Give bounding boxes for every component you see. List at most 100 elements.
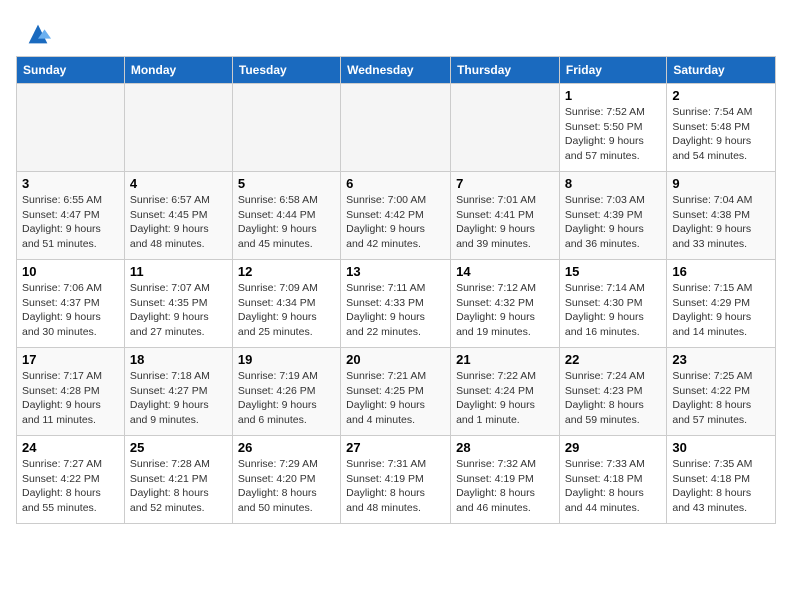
day-number: 9 <box>672 176 770 191</box>
day-number: 27 <box>346 440 445 455</box>
day-of-week-header: Monday <box>124 57 232 84</box>
day-number: 19 <box>238 352 335 367</box>
calendar-day-cell: 16 Sunrise: 7:15 AMSunset: 4:29 PMDayligh… <box>667 260 776 348</box>
calendar-week-row: 1Sunrise: 7:52 AMSunset: 5:50 PMDaylight… <box>17 84 776 172</box>
day-info: Sunrise: 7:22 AMSunset: 4:24 PMDaylight:… <box>456 369 554 428</box>
day-number: 14 <box>456 264 554 279</box>
day-of-week-header: Sunday <box>17 57 125 84</box>
calendar-week-row: 10 Sunrise: 7:06 AMSunset: 4:37 PMDayligh… <box>17 260 776 348</box>
day-number: 11 <box>130 264 227 279</box>
calendar-day-cell: 2Sunrise: 7:54 AMSunset: 5:48 PMDaylight… <box>667 84 776 172</box>
day-of-week-header: Tuesday <box>232 57 340 84</box>
day-of-week-header: Friday <box>559 57 666 84</box>
header <box>16 16 776 48</box>
day-number: 1 <box>565 88 661 103</box>
calendar-day-cell <box>17 84 125 172</box>
calendar-day-cell: 20 Sunrise: 7:21 AMSunset: 4:25 PMDayligh… <box>341 348 451 436</box>
calendar-week-row: 3Sunrise: 6:55 AMSunset: 4:47 PMDaylight… <box>17 172 776 260</box>
day-info: Sunrise: 7:12 AMSunset: 4:32 PMDaylight:… <box>456 281 554 340</box>
calendar-week-row: 24Sunrise: 7:27 AMSunset: 4:22 PMDayligh… <box>17 436 776 524</box>
day-number: 15 <box>565 264 661 279</box>
calendar-day-cell: 5Sunrise: 6:58 AMSunset: 4:44 PMDaylight… <box>232 172 340 260</box>
day-info: Sunrise: 6:55 AMSunset: 4:47 PMDaylight:… <box>22 193 119 252</box>
day-info: Sunrise: 7:27 AMSunset: 4:22 PMDaylight:… <box>22 457 119 516</box>
calendar-day-cell: 21 Sunrise: 7:22 AMSunset: 4:24 PMDayligh… <box>451 348 560 436</box>
calendar-day-cell: 8 Sunrise: 7:03 AMSunset: 4:39 PMDaylight… <box>559 172 666 260</box>
day-number: 22 <box>565 352 661 367</box>
day-info: Sunrise: 7:01 AMSunset: 4:41 PMDaylight:… <box>456 193 554 252</box>
calendar-day-cell: 9 Sunrise: 7:04 AMSunset: 4:38 PMDaylight… <box>667 172 776 260</box>
calendar-day-cell: 7Sunrise: 7:01 AMSunset: 4:41 PMDaylight… <box>451 172 560 260</box>
day-of-week-header: Wednesday <box>341 57 451 84</box>
calendar-day-cell: 15 Sunrise: 7:14 AMSunset: 4:30 PMDayligh… <box>559 260 666 348</box>
calendar-day-cell <box>341 84 451 172</box>
calendar-day-cell: 13 Sunrise: 7:11 AMSunset: 4:33 PMDayligh… <box>341 260 451 348</box>
day-number: 4 <box>130 176 227 191</box>
day-of-week-header: Saturday <box>667 57 776 84</box>
day-info: Sunrise: 7:17 AMSunset: 4:28 PMDaylight:… <box>22 369 119 428</box>
day-info: Sunrise: 7:31 AMSunset: 4:19 PMDaylight:… <box>346 457 445 516</box>
day-of-week-header: Thursday <box>451 57 560 84</box>
day-number: 10 <box>22 264 119 279</box>
calendar-day-cell: 14 Sunrise: 7:12 AMSunset: 4:32 PMDayligh… <box>451 260 560 348</box>
day-info: Sunrise: 7:04 AMSunset: 4:38 PMDaylight:… <box>672 193 770 252</box>
day-info: Sunrise: 7:24 AMSunset: 4:23 PMDaylight:… <box>565 369 661 428</box>
day-info: Sunrise: 7:14 AMSunset: 4:30 PMDaylight:… <box>565 281 661 340</box>
calendar-day-cell: 4 Sunrise: 6:57 AMSunset: 4:45 PMDaylight… <box>124 172 232 260</box>
calendar-day-cell: 3Sunrise: 6:55 AMSunset: 4:47 PMDaylight… <box>17 172 125 260</box>
day-info: Sunrise: 7:28 AMSunset: 4:21 PMDaylight:… <box>130 457 227 516</box>
day-info: Sunrise: 7:06 AMSunset: 4:37 PMDaylight:… <box>22 281 119 340</box>
day-info: Sunrise: 6:57 AMSunset: 4:45 PMDaylight:… <box>130 193 227 252</box>
day-info: Sunrise: 6:58 AMSunset: 4:44 PMDaylight:… <box>238 193 335 252</box>
calendar-day-cell <box>451 84 560 172</box>
day-info: Sunrise: 7:29 AMSunset: 4:20 PMDaylight:… <box>238 457 335 516</box>
day-info: Sunrise: 7:25 AMSunset: 4:22 PMDaylight:… <box>672 369 770 428</box>
day-number: 21 <box>456 352 554 367</box>
day-info: Sunrise: 7:33 AMSunset: 4:18 PMDaylight:… <box>565 457 661 516</box>
day-info: Sunrise: 7:54 AMSunset: 5:48 PMDaylight:… <box>672 105 770 164</box>
day-number: 29 <box>565 440 661 455</box>
day-number: 17 <box>22 352 119 367</box>
calendar-day-cell: 30 Sunrise: 7:35 AMSunset: 4:18 PMDayligh… <box>667 436 776 524</box>
calendar-day-cell: 19 Sunrise: 7:19 AMSunset: 4:26 PMDayligh… <box>232 348 340 436</box>
calendar-day-cell: 6 Sunrise: 7:00 AMSunset: 4:42 PMDaylight… <box>341 172 451 260</box>
calendar-table: SundayMondayTuesdayWednesdayThursdayFrid… <box>16 56 776 524</box>
calendar-day-cell: 1Sunrise: 7:52 AMSunset: 5:50 PMDaylight… <box>559 84 666 172</box>
calendar-day-cell <box>124 84 232 172</box>
calendar-day-cell: 23 Sunrise: 7:25 AMSunset: 4:22 PMDayligh… <box>667 348 776 436</box>
calendar-day-cell: 17 Sunrise: 7:17 AMSunset: 4:28 PMDayligh… <box>17 348 125 436</box>
day-number: 6 <box>346 176 445 191</box>
day-number: 12 <box>238 264 335 279</box>
day-info: Sunrise: 7:35 AMSunset: 4:18 PMDaylight:… <box>672 457 770 516</box>
calendar-day-cell: 25 Sunrise: 7:28 AMSunset: 4:21 PMDayligh… <box>124 436 232 524</box>
day-number: 23 <box>672 352 770 367</box>
day-info: Sunrise: 7:21 AMSunset: 4:25 PMDaylight:… <box>346 369 445 428</box>
day-info: Sunrise: 7:09 AMSunset: 4:34 PMDaylight:… <box>238 281 335 340</box>
day-number: 26 <box>238 440 335 455</box>
calendar-day-cell: 26 Sunrise: 7:29 AMSunset: 4:20 PMDayligh… <box>232 436 340 524</box>
day-number: 25 <box>130 440 227 455</box>
day-number: 16 <box>672 264 770 279</box>
calendar-day-cell: 22 Sunrise: 7:24 AMSunset: 4:23 PMDayligh… <box>559 348 666 436</box>
calendar-day-cell <box>232 84 340 172</box>
day-info: Sunrise: 7:11 AMSunset: 4:33 PMDaylight:… <box>346 281 445 340</box>
calendar-day-cell: 12 Sunrise: 7:09 AMSunset: 4:34 PMDayligh… <box>232 260 340 348</box>
calendar-header-row: SundayMondayTuesdayWednesdayThursdayFrid… <box>17 57 776 84</box>
day-info: Sunrise: 7:32 AMSunset: 4:19 PMDaylight:… <box>456 457 554 516</box>
day-number: 18 <box>130 352 227 367</box>
day-info: Sunrise: 7:07 AMSunset: 4:35 PMDaylight:… <box>130 281 227 340</box>
day-number: 13 <box>346 264 445 279</box>
calendar-day-cell: 27 Sunrise: 7:31 AMSunset: 4:19 PMDayligh… <box>341 436 451 524</box>
day-number: 8 <box>565 176 661 191</box>
day-info: Sunrise: 7:00 AMSunset: 4:42 PMDaylight:… <box>346 193 445 252</box>
calendar-day-cell: 24Sunrise: 7:27 AMSunset: 4:22 PMDayligh… <box>17 436 125 524</box>
calendar-day-cell: 29 Sunrise: 7:33 AMSunset: 4:18 PMDayligh… <box>559 436 666 524</box>
day-info: Sunrise: 7:15 AMSunset: 4:29 PMDaylight:… <box>672 281 770 340</box>
calendar-day-cell: 18Sunrise: 7:18 AMSunset: 4:27 PMDayligh… <box>124 348 232 436</box>
calendar-day-cell: 28 Sunrise: 7:32 AMSunset: 4:19 PMDayligh… <box>451 436 560 524</box>
day-info: Sunrise: 7:03 AMSunset: 4:39 PMDaylight:… <box>565 193 661 252</box>
day-number: 20 <box>346 352 445 367</box>
day-number: 28 <box>456 440 554 455</box>
day-info: Sunrise: 7:19 AMSunset: 4:26 PMDaylight:… <box>238 369 335 428</box>
day-number: 30 <box>672 440 770 455</box>
